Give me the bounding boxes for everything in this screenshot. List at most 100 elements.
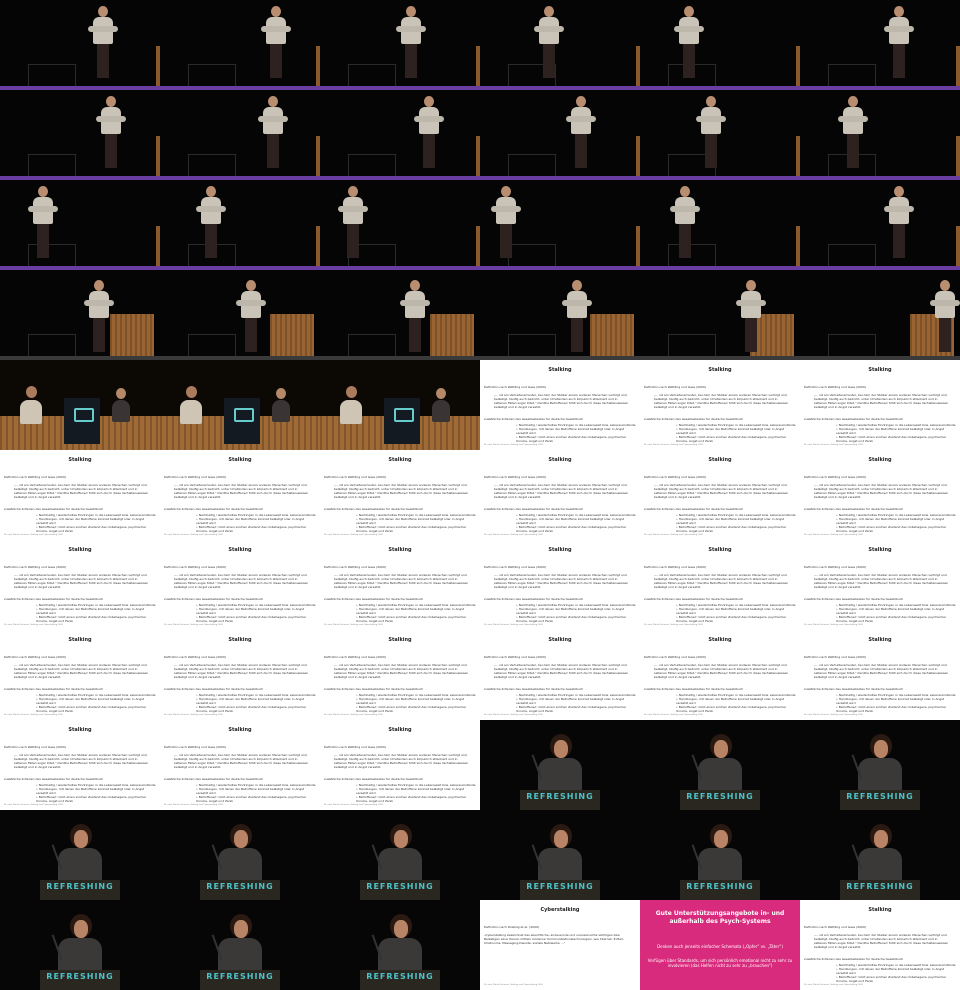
- presenter-head: [38, 186, 48, 197]
- slide-bullet: Handlungen, mit denen der Betroffene kon…: [676, 427, 796, 435]
- slide-criteria: zusätzliche Kriterien des Gesetzestextes…: [804, 597, 904, 601]
- slide-quote: „… ist ein Verhaltensmuster, bei dem der…: [494, 573, 629, 589]
- slide-footer: Dr. med. Martin Schuster, Stalking und C…: [644, 714, 703, 716]
- thumbnail-speaker: REFRESHING: [320, 810, 480, 900]
- thumbnail-stage: [480, 90, 640, 180]
- presenter-arms: [930, 300, 960, 306]
- slide-bullet: Betroffene/r rückt einen solchen Zustand…: [836, 615, 956, 623]
- thumbnail-support: Gute Unterstützungsangebote in- und auße…: [640, 900, 800, 990]
- speaker-face: [74, 920, 88, 938]
- speaker-face: [874, 740, 888, 758]
- speaker-body: [538, 848, 582, 882]
- slide-footer: Dr. med. Martin Schuster, Stalking und C…: [164, 714, 223, 716]
- slide-bullets: Nachhaltig / wiederholtes Eindringen in …: [836, 603, 956, 623]
- stage-riser: [28, 334, 76, 358]
- slide-footer: Dr. med. Martin Schuster, Stalking und C…: [644, 624, 703, 626]
- presenter-arms: [400, 300, 430, 306]
- slide-criteria: zusätzliche Kriterien des Gesetzestextes…: [644, 597, 744, 601]
- slide-title: Stalking: [548, 457, 572, 463]
- wooden-lectern: [590, 314, 634, 356]
- slide-title: Stalking: [388, 457, 412, 463]
- slide-title: Stalking: [548, 637, 572, 643]
- slide-title: Stalking: [68, 457, 92, 463]
- thumbnail-slide: Stalking Definition nach Wettling und Gas…: [800, 630, 960, 720]
- presenter-head: [268, 96, 278, 107]
- slide-bullet: Handlungen, mit denen der Betroffene kon…: [676, 607, 796, 615]
- presenter-head: [544, 6, 554, 17]
- slide-footer: Dr. med. Martin Schuster, Stalking und C…: [324, 714, 383, 716]
- panelist-head: [346, 386, 357, 398]
- slide-footer: Dr. med. Martin Schuster, Stalking und C…: [484, 714, 543, 716]
- presenter-legs: [893, 224, 905, 258]
- moderator-head: [436, 388, 446, 399]
- presenter-head: [206, 186, 216, 197]
- slide-definition: Definition nach Wettling und Gass (2000): [804, 925, 867, 929]
- slide-bullet: Handlungen, mit denen der Betroffene kon…: [196, 787, 316, 795]
- slide-bullet: Betroffene/r rückt einen solchen Zustand…: [196, 795, 316, 803]
- presenter: [670, 186, 700, 260]
- presenter-arms: [562, 300, 592, 306]
- slide-bullet: Betroffene/r rückt einen solchen Zustand…: [676, 705, 796, 713]
- slide-definition: Definition nach Wettling und Gass (2000): [484, 655, 547, 659]
- presenter-legs: [543, 44, 555, 78]
- slide-bullet: Handlungen, mit denen der Betroffene kon…: [196, 517, 316, 525]
- thumbnail-speaker: REFRESHING: [320, 900, 480, 990]
- presenter: [562, 280, 592, 354]
- slide-bullets: Nachhaltig / wiederholtes Eindringen in …: [676, 513, 796, 533]
- slide-criteria: zusätzliche Kriterien des Gesetzestextes…: [164, 777, 264, 781]
- slide-quote: „… ist ein Verhaltensmuster, bei dem der…: [654, 393, 789, 409]
- thumbnail-stage: [800, 0, 960, 90]
- thumbnail-stage: [160, 90, 320, 180]
- slide-quote: „… ist ein Verhaltensmuster, bei dem der…: [14, 753, 149, 769]
- slide-bullets: Nachhaltig / wiederholtes Eindringen in …: [196, 693, 316, 713]
- slide-title: Stalking: [68, 637, 92, 643]
- slide-footer: Dr. med. Martin Schuster, Stalking und C…: [484, 984, 543, 986]
- speaker-body: [858, 758, 902, 792]
- panelist-head: [186, 386, 197, 398]
- slide-bullets: Nachhaltig / wiederholtes Eindringen in …: [36, 603, 156, 623]
- slide-bullets: Nachhaltig / wiederholtes Eindringen in …: [516, 423, 636, 443]
- slide-criteria: zusätzliche Kriterien des Gesetzestextes…: [4, 597, 104, 601]
- thumbnail-stage: [320, 0, 480, 90]
- slide-title: Stalking: [228, 457, 252, 463]
- slide-definition: Definition nach Wettling und Gass (2000): [644, 655, 707, 659]
- thumbnail-stage: [0, 90, 160, 180]
- stage-riser: [828, 64, 876, 88]
- slide-criteria: zusätzliche Kriterien des Gesetzestextes…: [4, 687, 104, 691]
- slide-bullets: Nachhaltig / wiederholtes Eindringen in …: [356, 513, 476, 533]
- speaker-face: [394, 830, 408, 848]
- stage-riser: [188, 334, 236, 358]
- slide-footer: Dr. med. Martin Schuster, Stalking und C…: [484, 534, 543, 536]
- slide-bullets: Nachhaltig / wiederholtes Eindringen in …: [196, 513, 316, 533]
- thumbnail-stage: [800, 180, 960, 270]
- thumbnail-stage: [480, 0, 640, 90]
- slide-bullet: Betroffene/r rückt einen solchen Zustand…: [196, 525, 316, 533]
- presenter: [196, 186, 226, 260]
- presenter-legs: [245, 318, 257, 352]
- thumbnail-stage: [480, 180, 640, 270]
- slide-bullets: Nachhaltig / wiederholtes Eindringen in …: [356, 783, 476, 803]
- slide-definition: Definition nach Wettling und Gass (2000): [324, 475, 387, 479]
- slide-bullet: Betroffene/r rückt einen solchen Zustand…: [516, 615, 636, 623]
- slide-quote: „… ist ein Verhaltensmuster, bei dem der…: [174, 573, 309, 589]
- slide-title: Stalking: [708, 547, 732, 553]
- slide-footer: Dr. med. Martin Schuster, Stalking und C…: [4, 534, 63, 536]
- slide-bullets: Nachhaltig / wiederholtes Eindringen in …: [356, 693, 476, 713]
- slide-title: Cyberstalking: [540, 907, 580, 913]
- slide-definition: Definition nach Wettling und Gass (2000): [4, 565, 67, 569]
- presenter-legs: [745, 318, 757, 352]
- slide-definition: Definition nach Wettling und Gass (2000): [644, 475, 707, 479]
- presenter: [84, 280, 114, 354]
- presenter-arms: [670, 206, 700, 212]
- slide-bullets: Nachhaltig / wiederholtes Eindringen in …: [196, 783, 316, 803]
- conference-board: [224, 398, 260, 444]
- presenter: [236, 280, 266, 354]
- presenter-head: [94, 280, 104, 291]
- slide-criteria: zusätzliche Kriterien des Gesetzestextes…: [804, 957, 904, 961]
- slide-quote: „… ist ein Verhaltensmuster, bei dem der…: [654, 573, 789, 589]
- slide-criteria: zusätzliche Kriterien des Gesetzestextes…: [324, 507, 424, 511]
- presenter-arms: [396, 26, 426, 32]
- speaker-body: [378, 938, 422, 972]
- slide-footer: Dr. med. Martin Schuster, Stalking und C…: [164, 534, 223, 536]
- slide-title: Stalking: [388, 547, 412, 553]
